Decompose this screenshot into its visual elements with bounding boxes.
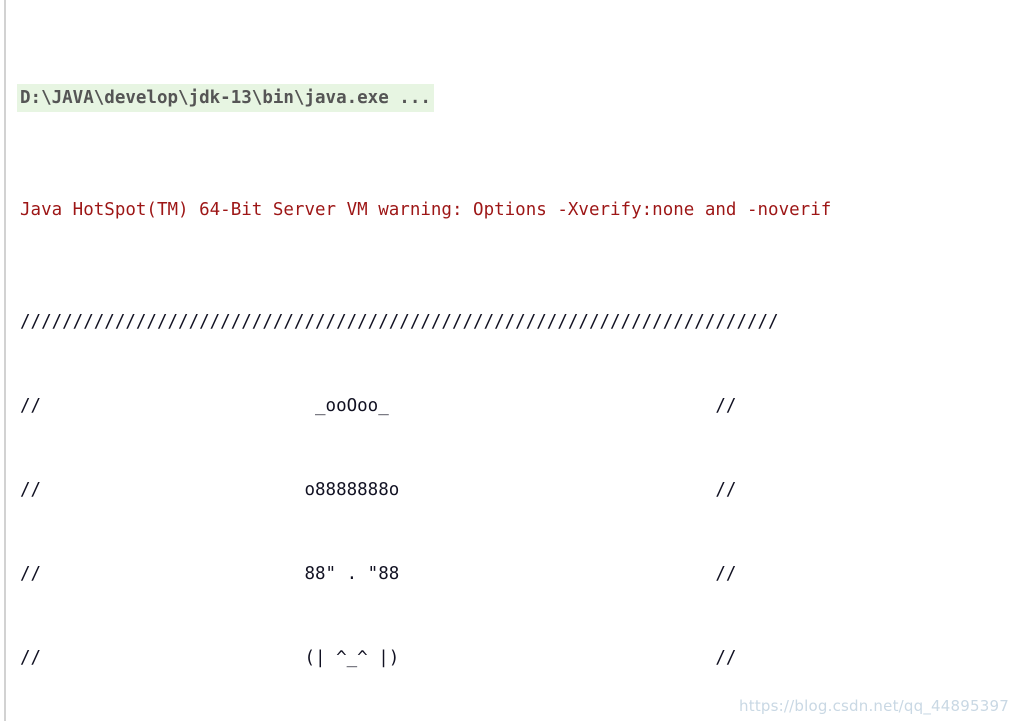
console-output-panel[interactable]: D:\JAVA\develop\jdk-13\bin\java.exe ... … [0, 0, 1019, 721]
ascii-art-line-0: ////////////////////////////////////////… [20, 312, 779, 332]
ascii-art-line-4: // (| ^_^ |) // [20, 648, 737, 668]
console-text-area[interactable]: D:\JAVA\develop\jdk-13\bin\java.exe ... … [17, 0, 1019, 721]
ascii-art-line-3: // 88" . "88 // [20, 564, 737, 584]
ascii-art-line-2: // o8888888o // [20, 480, 737, 500]
console-left-gutter [4, 0, 6, 721]
console-line-command: D:\JAVA\develop\jdk-13\bin\java.exe ... [17, 84, 1019, 112]
ascii-art-line-1: // _ooOoo_ // [20, 396, 737, 416]
console-line-warning: Java HotSpot(TM) 64-Bit Server VM warnin… [20, 200, 832, 220]
java-command-path: D:\JAVA\develop\jdk-13\bin\java.exe ... [17, 84, 434, 112]
